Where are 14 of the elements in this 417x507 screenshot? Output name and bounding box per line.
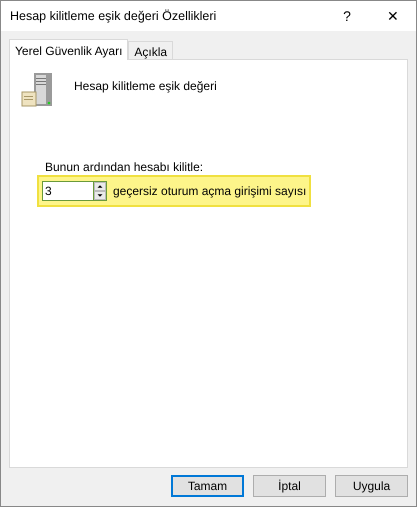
policy-name: Hesap kilitleme eşik değeri (74, 79, 217, 93)
dialog-button[interactable]: İptal (253, 475, 326, 497)
close-button[interactable]: ✕ (370, 8, 416, 24)
setting-label: Bunun ardından hesabı kilitle: (45, 160, 204, 174)
dialog-button[interactable]: Uygula (335, 475, 408, 497)
dialog-button[interactable]: Tamam (171, 475, 244, 497)
number-field[interactable]: 3 (42, 181, 93, 201)
window-title: Hesap kilitleme eşik değeri Özellikleri (10, 9, 218, 23)
down-arrow-button[interactable] (94, 191, 106, 200)
help-button[interactable]: ? (324, 8, 370, 24)
tab[interactable]: Yerel Güvenlik Ayarı (9, 39, 128, 60)
unit-label: geçersiz oturum açma girişimi sayısı (113, 184, 306, 198)
up-arrow-button[interactable] (94, 182, 106, 191)
tab[interactable]: Açıkla (128, 41, 174, 59)
